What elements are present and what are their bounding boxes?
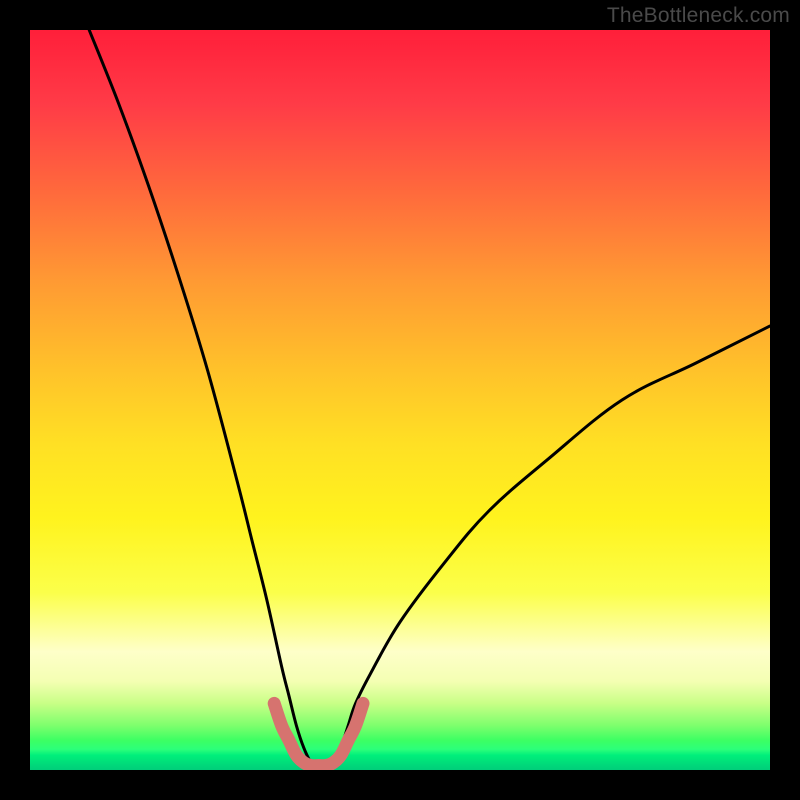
bottleneck-curve bbox=[89, 30, 770, 767]
trough-highlight bbox=[274, 703, 363, 765]
watermark-text: TheBottleneck.com bbox=[607, 4, 790, 28]
curve-svg bbox=[30, 30, 770, 770]
chart-frame: TheBottleneck.com bbox=[0, 0, 800, 800]
gradient-plot-area bbox=[30, 30, 770, 770]
